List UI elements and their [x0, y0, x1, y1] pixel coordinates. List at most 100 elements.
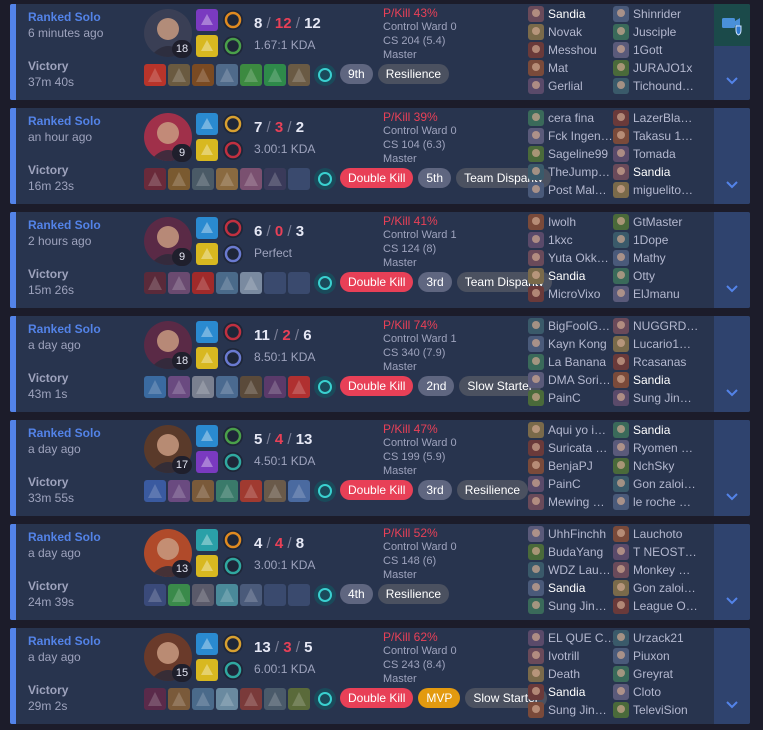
player-name[interactable]: Aqui yo i… [548, 423, 613, 437]
blue-spell-icon[interactable] [196, 633, 218, 655]
player-name[interactable]: Piuxon [633, 649, 698, 663]
item-icon[interactable] [168, 480, 190, 502]
player-row[interactable]: La Banana [528, 353, 613, 371]
player-name[interactable]: Sandia [548, 269, 613, 283]
player-name[interactable]: Takasu 1… [633, 129, 698, 143]
player-name[interactable]: UhhFinchh [548, 527, 613, 541]
player-row[interactable]: League O… [613, 597, 698, 615]
yellow-spell-icon[interactable] [196, 347, 218, 369]
item-icon[interactable] [240, 584, 262, 606]
item-icon[interactable] [288, 688, 310, 710]
item-icon[interactable] [216, 272, 238, 294]
player-name[interactable]: GtMaster [633, 215, 698, 229]
player-name[interactable]: Mewing … [548, 495, 613, 509]
player-row[interactable]: PainC [528, 475, 613, 493]
player-name[interactable]: Gon zaloi… [633, 477, 698, 491]
item-icon[interactable] [216, 64, 238, 86]
player-row[interactable]: TeleviSion [613, 701, 698, 719]
player-name[interactable]: PainC [548, 391, 613, 405]
ward-icon[interactable] [314, 168, 336, 190]
player-name[interactable]: Gon zaloi… [633, 581, 698, 595]
blue-spell-icon[interactable] [196, 425, 218, 447]
player-row[interactable]: Death [528, 665, 613, 683]
blue-spell-icon[interactable] [196, 113, 218, 135]
player-name[interactable]: Sandia [548, 685, 613, 699]
player-name[interactable]: Tichound… [633, 79, 698, 93]
player-row[interactable]: NchSky [613, 457, 698, 475]
yellow-spell-icon[interactable] [196, 555, 218, 577]
player-name[interactable]: DMA Sori… [548, 373, 613, 387]
player-row[interactable]: Mewing … [528, 493, 613, 511]
player-name[interactable]: Post Mal… [548, 183, 613, 197]
player-name[interactable]: Mathy [633, 251, 698, 265]
player-row[interactable]: Sung Jin… [528, 701, 613, 719]
player-name[interactable]: Sandia [633, 165, 698, 179]
player-name[interactable]: le roche … [633, 495, 698, 509]
item-icon[interactable] [144, 272, 166, 294]
player-row[interactable]: DMA Sori… [528, 371, 613, 389]
player-name[interactable]: BudaYang [548, 545, 613, 559]
ward-icon[interactable] [314, 688, 336, 710]
player-name[interactable]: Lucario1… [633, 337, 698, 351]
player-row[interactable]: Rcasanas [613, 353, 698, 371]
item-icon[interactable] [144, 168, 166, 190]
item-icon[interactable] [216, 688, 238, 710]
expand-details-button[interactable] [714, 420, 750, 516]
player-row[interactable]: Mat [528, 59, 613, 77]
player-row[interactable]: 1kxc [528, 231, 613, 249]
item-icon[interactable] [168, 584, 190, 606]
player-name[interactable]: Death [548, 667, 613, 681]
player-row[interactable]: Kayn Kong [528, 335, 613, 353]
player-name[interactable]: TeleviSion [633, 703, 698, 717]
player-name[interactable]: Sandia [548, 581, 613, 595]
ward-icon[interactable] [314, 272, 336, 294]
player-row[interactable]: Sandia [528, 267, 613, 285]
purple-spell-icon[interactable] [196, 9, 218, 31]
player-row[interactable]: ElJmanu [613, 285, 698, 303]
player-name[interactable]: 1Dope [633, 233, 698, 247]
item-icon[interactable] [168, 168, 190, 190]
player-row[interactable]: Ivotrill [528, 647, 613, 665]
ward-icon[interactable] [314, 480, 336, 502]
player-row[interactable]: Sandia [613, 163, 698, 181]
item-icon[interactable] [216, 168, 238, 190]
player-name[interactable]: Cloto [633, 685, 698, 699]
player-row[interactable]: Lucario1… [613, 335, 698, 353]
player-row[interactable]: Otty [613, 267, 698, 285]
player-name[interactable]: Sandia [633, 373, 698, 387]
player-name[interactable]: Suricata … [548, 441, 613, 455]
player-name[interactable]: Tomada [633, 147, 698, 161]
player-name[interactable]: NchSky [633, 459, 698, 473]
player-row[interactable]: Shinrider [613, 5, 698, 23]
ward-icon[interactable] [314, 64, 336, 86]
player-row[interactable]: Lauchoto [613, 525, 698, 543]
item-icon[interactable] [240, 168, 262, 190]
item-icon[interactable] [264, 376, 286, 398]
player-name[interactable]: La Banana [548, 355, 613, 369]
player-row[interactable]: Takasu 1… [613, 127, 698, 145]
ward-icon[interactable] [314, 376, 336, 398]
player-row[interactable]: Sandia [613, 421, 698, 439]
player-row[interactable]: cera fina [528, 109, 613, 127]
player-row[interactable]: Tichound… [613, 77, 698, 95]
player-name[interactable]: Sandia [548, 7, 613, 21]
player-row[interactable]: BigFoolG… [528, 317, 613, 335]
player-row[interactable]: Aqui yo i… [528, 421, 613, 439]
item-icon[interactable] [192, 480, 214, 502]
player-row[interactable]: PainC [528, 389, 613, 407]
blue-spell-icon[interactable] [196, 217, 218, 239]
player-name[interactable]: BenjaPJ [548, 459, 613, 473]
item-icon[interactable] [192, 272, 214, 294]
player-row[interactable]: TheJump… [528, 163, 613, 181]
spectate-button[interactable] [714, 4, 750, 46]
player-name[interactable]: Sung Jin… [548, 703, 613, 717]
player-name[interactable]: Urzack21 [633, 631, 698, 645]
player-row[interactable]: Suricata … [528, 439, 613, 457]
ward-icon[interactable] [314, 584, 336, 606]
expand-details-button[interactable] [714, 524, 750, 620]
item-icon[interactable] [264, 168, 286, 190]
item-icon[interactable] [264, 688, 286, 710]
player-row[interactable]: Fck Ingen… [528, 127, 613, 145]
item-icon[interactable] [144, 584, 166, 606]
player-name[interactable]: WDZ Lau… [548, 563, 613, 577]
